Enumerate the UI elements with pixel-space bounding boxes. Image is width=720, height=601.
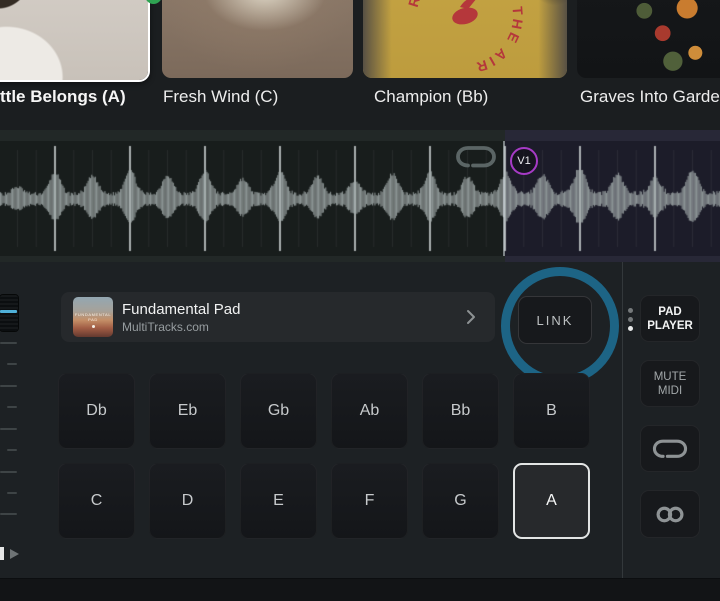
carousel-item-champion[interactable]: REVIVAL'S IN THE AIR [363,0,567,78]
pad-title: Fundamental Pad [122,301,240,318]
pad-player-label: PLAYER [647,319,693,333]
key-pad-b[interactable]: B [513,373,590,449]
key-pad-c[interactable]: C [58,463,135,539]
v1-section-badge[interactable]: V1 [510,147,538,175]
album-art [0,0,148,80]
fader-tick [0,513,17,515]
key-pad-bb[interactable]: Bb [422,373,499,449]
album-art-circle-text: REVIVAL'S IN THE AIR [363,0,567,78]
mute-midi-label: MIDI [658,384,682,398]
volume-fader-handle[interactable] [0,295,18,331]
loop-button[interactable] [640,425,700,472]
song-title: Fresh Wind (C) [163,87,278,107]
loop-region-icon [454,145,498,169]
album-art [162,0,353,78]
key-pad-eb[interactable]: Eb [149,373,226,449]
chevron-right-icon [465,308,477,326]
link-button[interactable]: LINK [518,296,592,344]
mute-midi-label: MUTE [654,370,687,384]
fader-tick [0,385,17,387]
mute-midi-button[interactable]: MUTE MIDI [640,360,700,407]
fader-tick [0,471,17,473]
album-art [577,0,720,78]
carousel-item-graves-into-gardens[interactable] [577,0,720,78]
song-carousel: REVIVAL'S IN THE AIR ttle Belongs (A) Fr… [0,0,720,120]
waveform-canvas[interactable] [0,141,720,256]
panel-divider [622,262,623,578]
infinity-icon [653,504,687,525]
infinite-sustain-button[interactable] [640,490,700,538]
fader-tick [7,406,17,408]
fader-tick [0,428,17,430]
pad-source-card[interactable]: FUNDAMENTAL PAD Fundamental Pad MultiTra… [61,292,495,342]
pad-subtitle: MultiTracks.com [122,320,209,334]
drag-handle-icon[interactable] [628,317,633,322]
pad-player-label: PAD [658,305,681,319]
fader-tick [7,363,17,365]
key-pad-ab[interactable]: Ab [331,373,408,449]
playhead-marker [0,547,4,560]
key-pad-gb[interactable]: Gb [240,373,317,449]
fader-level-indicator [0,310,17,313]
pad-player-button[interactable]: PAD PLAYER [640,295,700,342]
bottom-bar [0,578,720,601]
key-pad-f[interactable]: F [331,463,408,539]
key-pad-db[interactable]: Db [58,373,135,449]
carousel-item-fresh-wind[interactable] [162,0,353,78]
fader-tick [7,449,17,451]
collapse-arrow-icon[interactable] [10,549,19,559]
carousel-item-battle-belongs[interactable] [0,0,150,82]
key-pad-d[interactable]: D [149,463,226,539]
key-pad-a[interactable]: A [513,463,590,539]
pad-thumbnail: FUNDAMENTAL PAD [73,297,113,337]
pad-thumbnail-text: FUNDAMENTAL PAD [73,312,113,322]
key-pad-e[interactable]: E [240,463,317,539]
song-title: Graves Into Garden [580,87,720,107]
fader-tick [7,492,17,494]
fader-tick [0,342,17,344]
pad-thumbnail-dot [92,325,95,328]
drag-handle-icon[interactable] [628,326,633,331]
song-title: Champion (Bb) [374,87,488,107]
drag-handle-icon[interactable] [628,308,633,313]
loop-icon [651,438,689,460]
section-boundary-line [503,141,505,256]
key-pad-g[interactable]: G [422,463,499,539]
song-title-selected: ttle Belongs (A) [0,87,126,107]
